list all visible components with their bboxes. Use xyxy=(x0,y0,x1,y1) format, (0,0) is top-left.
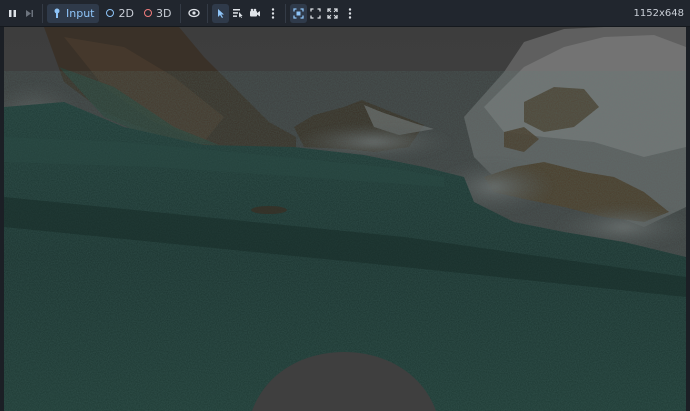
2d-mode-button[interactable]: 2D xyxy=(101,4,138,23)
pause-button[interactable] xyxy=(4,4,21,23)
list-select-icon xyxy=(233,9,244,18)
step-forward-icon xyxy=(26,9,33,17)
game-toolbar: Input 2D 3D 1152x648 xyxy=(0,0,690,27)
embed-frame-icon xyxy=(293,7,305,19)
toolbar-separator xyxy=(180,3,182,23)
toolbar-separator xyxy=(285,3,287,23)
input-mode-label: Input xyxy=(66,6,95,20)
toolbar-separator xyxy=(207,3,209,23)
panel-border-right xyxy=(686,27,690,411)
pause-icon xyxy=(9,9,16,17)
toolbar-separator xyxy=(42,3,43,23)
2d-mode-icon xyxy=(106,9,115,17)
embed-game-button[interactable] xyxy=(290,3,308,23)
keep-aspect-button[interactable] xyxy=(307,4,324,23)
select-tool-button[interactable] xyxy=(212,3,230,23)
camera-icon xyxy=(250,8,261,17)
kebab-menu-icon xyxy=(271,7,275,19)
fullscreen-button[interactable] xyxy=(324,4,341,23)
3d-mode-button[interactable]: 3D xyxy=(139,4,176,23)
game-window: Input 2D 3D 1152x648 xyxy=(0,0,690,411)
3d-scene xyxy=(4,27,686,411)
3d-mode-icon xyxy=(143,9,152,17)
terrain-rock-patch xyxy=(251,206,287,214)
resolution-label: 1152x648 xyxy=(633,8,684,19)
next-frame-button[interactable] xyxy=(21,4,38,23)
2d-mode-label: 2D xyxy=(118,6,134,20)
joypad-icon xyxy=(54,8,60,18)
camera-override-button[interactable] xyxy=(246,4,264,23)
game-viewport[interactable] xyxy=(4,27,686,411)
embed-options-button[interactable] xyxy=(341,4,358,23)
aspect-ratio-icon xyxy=(310,7,322,19)
kebab-menu-icon xyxy=(348,7,352,19)
visibility-button[interactable] xyxy=(185,4,203,23)
eye-icon xyxy=(188,8,201,18)
input-mode-button[interactable]: Input xyxy=(47,3,100,23)
node-list-button[interactable] xyxy=(229,4,246,23)
cursor-arrow-icon xyxy=(217,8,224,18)
more-options-button[interactable] xyxy=(264,4,281,23)
3d-mode-label: 3D xyxy=(155,6,172,20)
expand-icon xyxy=(327,7,339,19)
